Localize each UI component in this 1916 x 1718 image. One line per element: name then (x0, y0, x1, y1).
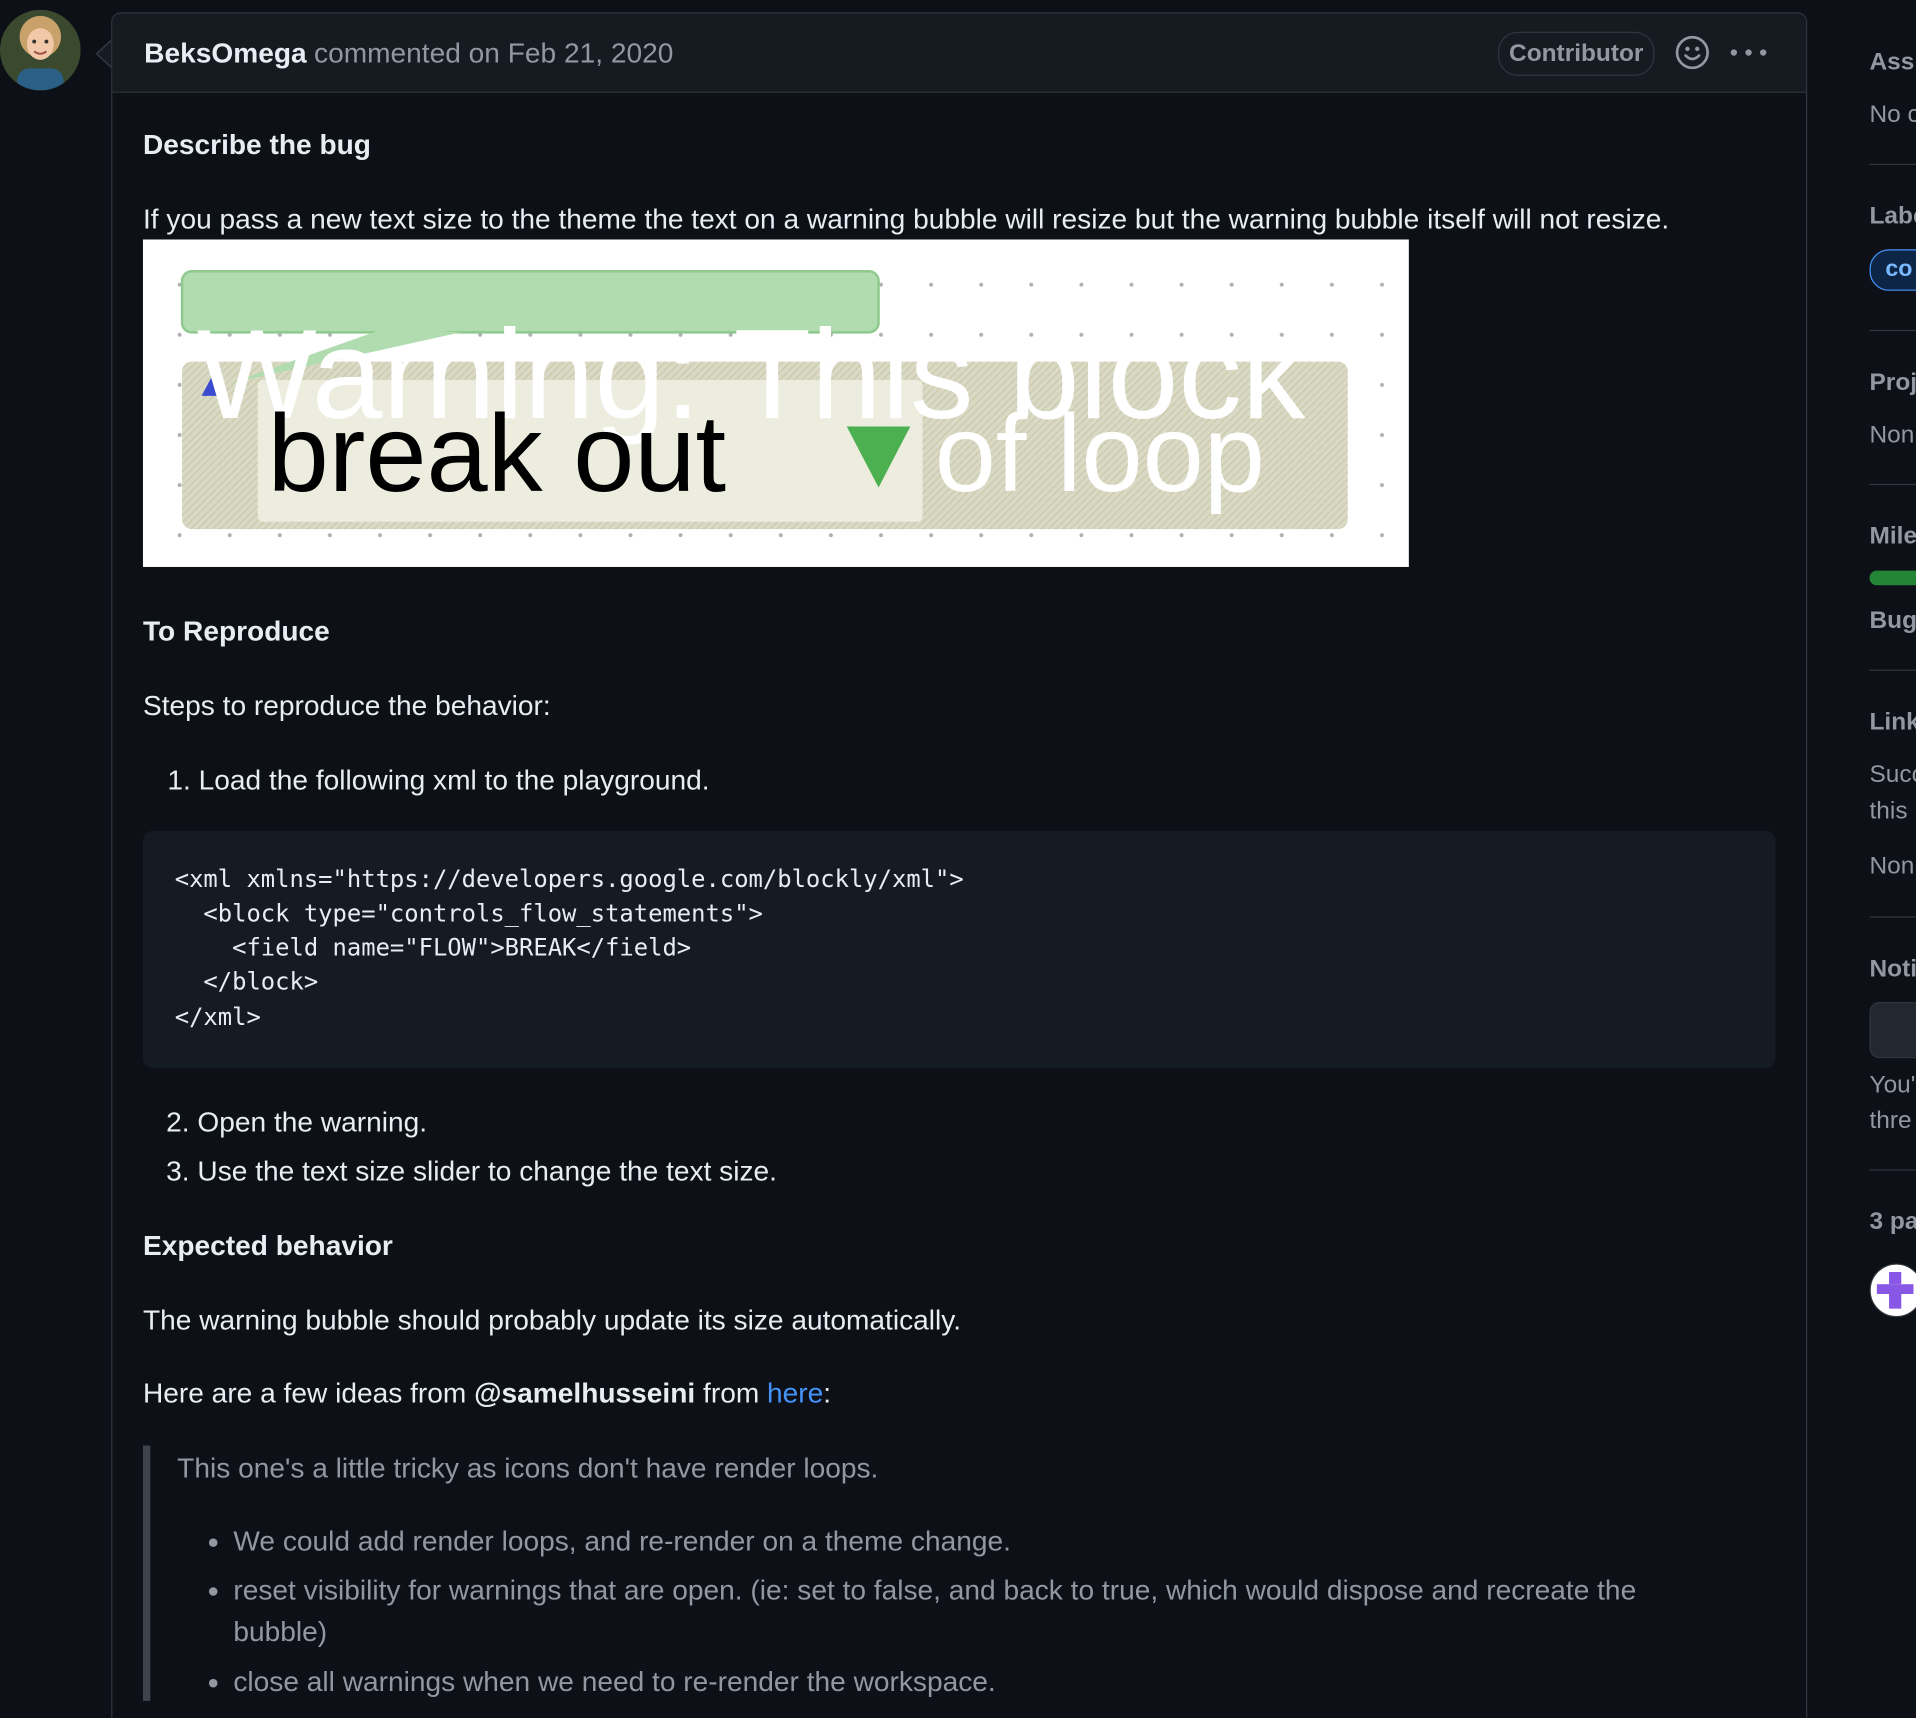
user-mention-link[interactable]: @samelhusseini (474, 1377, 695, 1409)
sidebar-projects-heading[interactable]: Proj (1870, 369, 1916, 397)
bug-screenshot-image[interactable]: Warning: This block break out of loop (142, 239, 1409, 567)
sidebar-linked-heading: Link (1869, 708, 1916, 736)
sidebar-notifications-text: thre (1869, 1107, 1912, 1134)
quote-bullet: close all warnings when we need to re-re… (233, 1665, 996, 1698)
issue-sidebar: Assi No c Labe co Proj Non Mile Bug Link… (1869, 0, 1916, 1718)
quote-bullet: reset visibility for warnings that are o… (233, 1573, 1637, 1606)
sidebar-linked-text: this (1869, 797, 1908, 825)
more-options-icon[interactable] (1729, 45, 1768, 60)
quote-bullet: We could add render loops, and re-render… (233, 1524, 1011, 1557)
screenshot-block-text-2: of loop (935, 392, 1265, 515)
sidebar-linked-text: Succ (1869, 761, 1916, 789)
code-line: </block> (174, 967, 319, 996)
ideas-suffix: : (823, 1377, 832, 1409)
add-reaction-icon[interactable] (1674, 34, 1711, 71)
bullet-dot (208, 1587, 218, 1596)
sidebar-divider (1869, 669, 1916, 671)
label-chip-text: co (1885, 256, 1913, 283)
code-line: <xml xmlns="https://developers.google.co… (174, 865, 964, 894)
step-3: 3. Use the text size slider to change th… (166, 1154, 777, 1187)
xml-code-block[interactable]: <xml xmlns="https://developers.google.co… (142, 830, 1776, 1068)
steps-intro: Steps to reproduce the behavior: (142, 689, 551, 721)
avatar[interactable] (0, 9, 81, 91)
screenshot-block-text-1: break out (268, 392, 727, 515)
heading-to-reproduce: To Reproduce (142, 614, 330, 647)
sidebar-notifications-text: You' (1869, 1071, 1916, 1099)
heading-expected-behavior: Expected behavior (142, 1229, 393, 1262)
describe-paragraph: If you pass a new text size to the theme… (142, 202, 1670, 235)
label-chip[interactable]: co (1869, 249, 1916, 291)
sidebar-projects-value: Non (1869, 421, 1915, 449)
sidebar-divider (1869, 329, 1916, 332)
comment-header: BeksOmega commented on Feb 21, 2020 Cont… (112, 13, 1806, 93)
participant-avatar[interactable] (1869, 1263, 1916, 1318)
bullet-dot (208, 1538, 218, 1547)
comment-timestamp[interactable]: commented on Feb 21, 2020 (314, 37, 673, 70)
step-2: 2. Open the warning. (166, 1105, 428, 1138)
sidebar-divider (1869, 1169, 1916, 1171)
sidebar-linked-value: Non (1869, 852, 1915, 880)
blockquote-bar (142, 1445, 151, 1701)
comment-author-link[interactable]: BeksOmega (144, 37, 306, 70)
sidebar-milestone-heading[interactable]: Mile (1870, 523, 1916, 551)
ideas-paragraph: Here are a few ideas from @samelhusseini… (143, 1377, 831, 1410)
sidebar-notifications-heading: Noti (1869, 955, 1916, 983)
ideas-prefix: Here are a few ideas from (142, 1377, 475, 1409)
code-line: <block type="controls_flow_statements"> (174, 899, 763, 928)
sidebar-divider (1869, 163, 1916, 165)
sidebar-divider (1869, 916, 1916, 918)
code-line: <field name="FLOW">BREAK</field> (174, 933, 692, 962)
sidebar-milestone-link[interactable]: Bug (1870, 607, 1916, 635)
screenshot-graphic: Warning: This block break out of loop (142, 239, 1409, 567)
code-line: </xml> (174, 1003, 261, 1032)
expected-paragraph: The warning bubble should probably updat… (142, 1303, 962, 1336)
subscribe-button[interactable] (1869, 1001, 1916, 1059)
contributor-badge: Contributor (1498, 31, 1655, 76)
quote-intro: This one's a little tricky as icons don'… (177, 1451, 879, 1484)
heading-describe-bug: Describe the bug (142, 128, 371, 161)
issue-comment: BeksOmega commented on Feb 21, 2020 Cont… (111, 12, 1808, 1718)
sidebar-participants-heading: 3 pa (1869, 1208, 1916, 1236)
quote-bullet-continued: bubble) (233, 1615, 328, 1648)
participant-identicon (1876, 1271, 1914, 1309)
ideas-middle: from (695, 1377, 768, 1409)
sidebar-assignees-heading[interactable]: Assi (1870, 49, 1916, 77)
step-1: 1. Load the following xml to the playgro… (167, 763, 710, 796)
sidebar-assignees-value: No c (1869, 101, 1916, 129)
sidebar-divider (1869, 483, 1916, 486)
here-link[interactable]: here (767, 1377, 823, 1409)
sidebar-labels-heading[interactable]: Labe (1870, 203, 1916, 231)
milestone-progress-bar (1869, 570, 1916, 586)
bullet-dot (208, 1678, 218, 1688)
